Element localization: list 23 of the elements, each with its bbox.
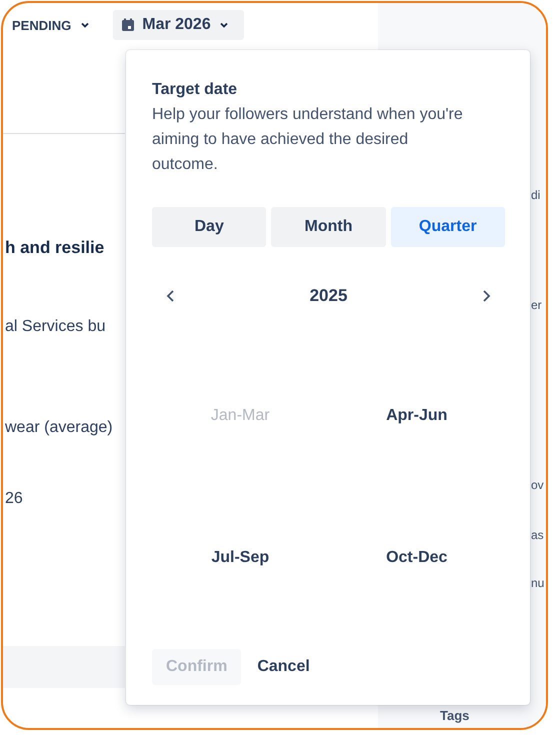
panel-text: er bbox=[531, 298, 542, 312]
quarter-option[interactable]: Apr-Jun bbox=[328, 345, 505, 487]
popover-title: Target date bbox=[152, 80, 238, 100]
quarter-option[interactable]: Jul-Sep bbox=[152, 487, 328, 629]
panel-text: nu bbox=[531, 576, 544, 590]
panel-text: ov bbox=[531, 478, 544, 492]
panel-text: di bbox=[531, 188, 540, 202]
year-label: 2025 bbox=[310, 286, 348, 306]
page-text: wear (average) bbox=[5, 419, 113, 437]
page-text: al Services bu bbox=[5, 318, 106, 336]
page-text: 26 bbox=[5, 490, 23, 508]
panel-heading: Tags bbox=[440, 708, 470, 723]
panel-text: as bbox=[531, 528, 544, 542]
cancel-button[interactable]: Cancel bbox=[249, 649, 318, 685]
quarter-option[interactable]: Oct-Dec bbox=[328, 487, 505, 629]
mode-tab[interactable]: Month bbox=[271, 207, 386, 247]
page-text: h and resilie bbox=[5, 238, 104, 258]
mode-tab[interactable]: Day bbox=[152, 207, 266, 247]
calendar-icon bbox=[121, 18, 136, 32]
mode-tab[interactable]: Quarter bbox=[390, 207, 505, 247]
date-dropdown[interactable]: Mar 2026 bbox=[113, 10, 244, 40]
popover-description: Help your followers understand when you're aiming to have achieved the desired outcome. bbox=[152, 105, 464, 175]
status-dropdown[interactable]: PENDING bbox=[12, 18, 92, 32]
